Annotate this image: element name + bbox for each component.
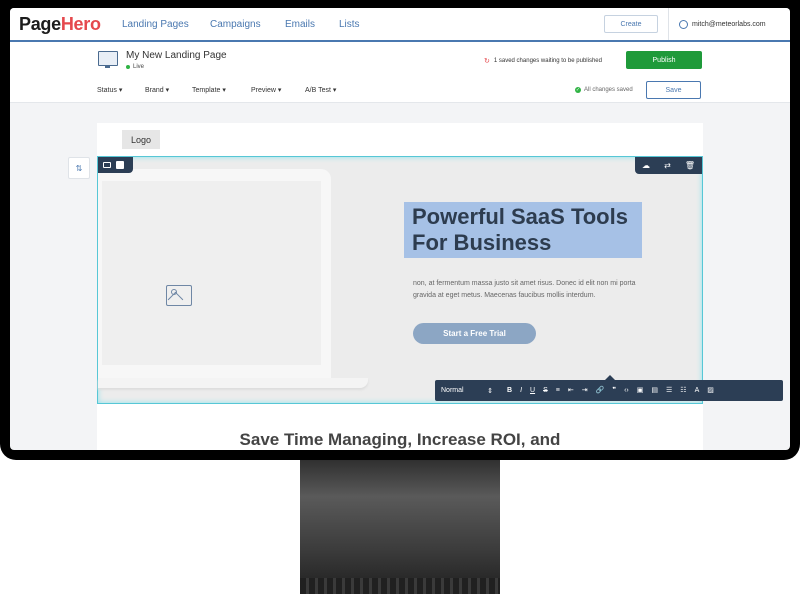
saved-indicator: ✓ All changes saved (575, 87, 633, 93)
hero-tools-right: ☁ ⇄ 🗑 (635, 157, 702, 174)
code-icon[interactable]: ‹› (624, 387, 629, 394)
hero-tools-left (98, 157, 133, 173)
status-badge: Live (126, 64, 144, 70)
align-left-icon[interactable]: ≡ (556, 387, 560, 394)
headline-line-2: For Business (412, 230, 552, 255)
pending-text: 1 saved changes waiting to be published (493, 58, 602, 64)
rich-text-toolbar: Normal ⇕ B I U S ≡ ⇤ ⇥ 🔗 ❞ ‹› ▣ ▤ ☰ ☷ A … (435, 375, 783, 401)
editor-toolbar: Status ▾ Brand ▾ Template ▾ Preview ▾ A/… (10, 78, 790, 103)
brand-logo[interactable]: PageHero (19, 14, 101, 35)
reorder-sections-button[interactable]: ⇅ (68, 157, 90, 179)
headline-line-1: Powerful SaaS Tools (412, 204, 628, 229)
chevron-down-icon: ▾ (277, 87, 282, 94)
ordered-list-icon[interactable]: ☰ (666, 387, 672, 394)
text-style-value: Normal (441, 386, 464, 394)
status-text: Live (133, 64, 145, 70)
upload-cloud-icon[interactable]: ☁ (642, 161, 650, 170)
monitor-frame: PageHero Landing Pages Campaigns Emails … (0, 0, 800, 460)
nav-campaigns[interactable]: Campaigns (210, 19, 261, 30)
page-header: My New Landing Page Live ↻ 1 saved chang… (10, 42, 790, 79)
hero-headline[interactable]: Powerful SaaS Tools For Business (404, 202, 642, 258)
hero-body-text[interactable]: non, at fermentum massa justo sit amet r… (413, 278, 643, 302)
text-color-icon[interactable]: A (695, 387, 700, 394)
chevron-down-icon: ▾ (332, 87, 337, 94)
saved-text: All changes saved (584, 87, 633, 93)
publish-button[interactable]: Publish (626, 51, 702, 69)
video-icon[interactable]: ▤ (651, 387, 658, 394)
nav-landing-pages[interactable]: Landing Pages (122, 19, 189, 30)
brand-name-main: Page (19, 14, 61, 34)
monitor-stand (300, 455, 500, 594)
trash-icon[interactable]: 🗑 (685, 161, 695, 170)
monitor-stand-base (300, 578, 500, 594)
menu-template[interactable]: Template ▾ (192, 86, 226, 94)
account-divider (668, 8, 669, 40)
pending-changes: ↻ 1 saved changes waiting to be publishe… (484, 57, 602, 65)
save-button[interactable]: Save (646, 81, 701, 99)
text-style-select[interactable]: Normal ⇕ (441, 387, 493, 395)
strikethrough-icon[interactable]: S (543, 387, 548, 394)
live-dot-icon (126, 65, 130, 69)
quote-icon[interactable]: ❞ (612, 387, 616, 394)
image-placeholder-icon (166, 285, 192, 306)
italic-icon[interactable]: I (520, 387, 522, 394)
monitor-icon (98, 51, 118, 68)
menu-status-label: Status (97, 87, 117, 94)
square-icon[interactable] (116, 161, 124, 169)
nav-emails[interactable]: Emails (285, 19, 315, 30)
check-icon: ✓ (575, 87, 581, 93)
laptop-mockup (98, 169, 331, 379)
chevron-down-icon: ▾ (222, 87, 226, 94)
swap-icon[interactable]: ⇄ (664, 161, 671, 170)
indent-icon[interactable]: ⇥ (582, 387, 588, 394)
link-icon[interactable]: 🔗 (596, 387, 605, 394)
highlight-color-icon[interactable]: ▨ (707, 387, 714, 394)
app-screen: PageHero Landing Pages Campaigns Emails … (10, 8, 790, 450)
menu-preview[interactable]: Preview ▾ (251, 86, 281, 94)
image-icon[interactable]: ▣ (637, 387, 644, 394)
menu-ab-test[interactable]: A/B Test ▾ (305, 86, 336, 94)
sort-arrows-icon: ⇅ (75, 163, 83, 173)
unordered-list-icon[interactable]: ☷ (680, 387, 686, 394)
page-title[interactable]: My New Landing Page (126, 50, 227, 61)
page-canvas: Logo ☁ ⇄ 🗑 Powerful SaaS Tools For Busin… (97, 123, 783, 450)
menu-ab-test-label: A/B Test (305, 87, 331, 94)
menu-brand-label: Brand (145, 87, 164, 94)
menu-brand[interactable]: Brand ▾ (145, 86, 169, 94)
brand-name-accent: Hero (60, 14, 101, 34)
user-icon (679, 20, 688, 29)
section-title[interactable]: Save Time Managing, Increase ROI, and (97, 430, 703, 450)
nav-lists[interactable]: Lists (339, 19, 360, 30)
camera-icon[interactable] (103, 162, 111, 168)
refresh-icon: ↻ (484, 58, 490, 65)
menu-preview-label: Preview (251, 87, 276, 94)
top-nav: PageHero Landing Pages Campaigns Emails … (10, 8, 790, 42)
laptop-screen[interactable] (102, 181, 321, 365)
chevron-down-icon: ▾ (118, 87, 123, 94)
menu-template-label: Template (192, 87, 221, 94)
hero-section[interactable]: ☁ ⇄ 🗑 Powerful SaaS Tools For Business n… (97, 156, 703, 404)
create-button[interactable]: Create (604, 15, 658, 33)
laptop-base (98, 378, 368, 388)
bold-icon[interactable]: B (507, 387, 512, 394)
underline-icon[interactable]: U (530, 387, 535, 394)
outdent-icon[interactable]: ⇤ (568, 387, 574, 394)
updown-icon: ⇕ (487, 387, 493, 395)
start-trial-button[interactable]: Start a Free Trial (413, 323, 536, 344)
logo-placeholder[interactable]: Logo (122, 130, 160, 149)
account-menu[interactable]: mitch@meteorlabs.com (679, 20, 766, 29)
menu-status[interactable]: Status ▾ (97, 86, 122, 94)
account-email: mitch@meteorlabs.com (692, 21, 766, 28)
chevron-down-icon: ▾ (165, 87, 170, 94)
